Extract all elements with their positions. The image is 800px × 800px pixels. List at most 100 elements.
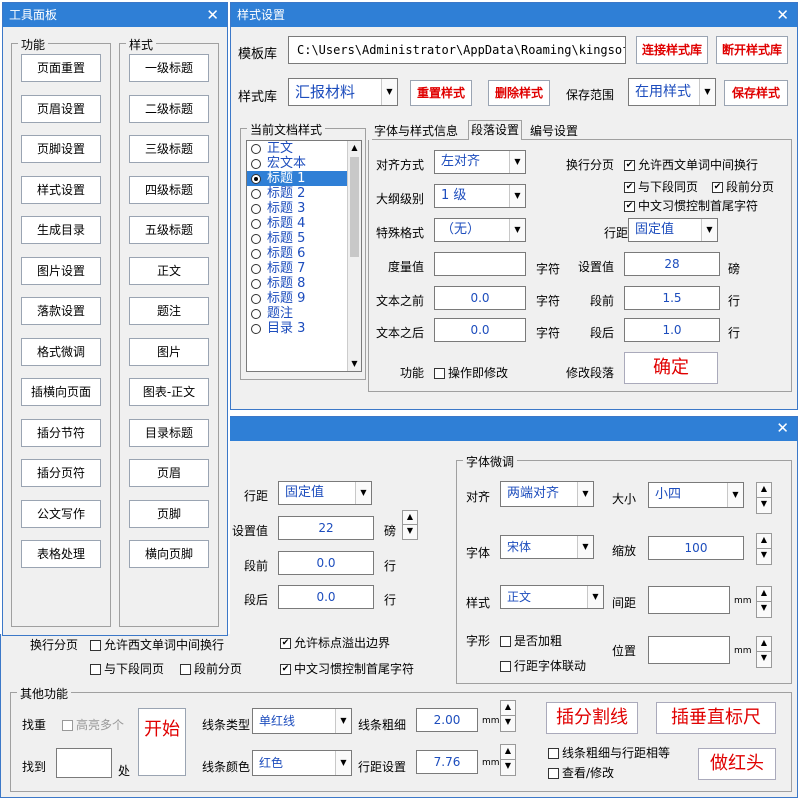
spacing-select[interactable]: 固定值 ▼: [278, 481, 372, 505]
link-checkbox[interactable]: 行距字体联动: [500, 657, 586, 674]
after-text-input[interactable]: 0.0: [434, 318, 526, 342]
spacing-select[interactable]: 固定值 ▼: [628, 218, 718, 242]
equal-checkbox[interactable]: 线条粗细与行距相等: [548, 744, 670, 761]
cjk-checkbox[interactable]: ✔ 中文习惯控制首尾字符: [280, 660, 414, 677]
style-button[interactable]: 一级标题: [129, 54, 209, 82]
tab-font-style[interactable]: 字体与样式信息: [374, 122, 458, 139]
keep-next-checkbox[interactable]: 与下段同页: [90, 660, 164, 677]
func-button[interactable]: 页眉设置: [21, 94, 101, 123]
style-list[interactable]: 正文 宏文本 标题 1 标题 2 标题 3 标题 4 标题 5 标题 6 标题 7 标题 8 标题 …: [246, 140, 362, 372]
gap-spinner[interactable]: ▲ ▼: [756, 586, 772, 618]
gap-input[interactable]: [648, 586, 730, 614]
style-list-item[interactable]: 标题 5: [247, 231, 347, 246]
confirm-button[interactable]: 确定: [624, 352, 718, 384]
reset-style-button[interactable]: 重置样式: [410, 80, 472, 106]
measure-input[interactable]: [434, 252, 526, 276]
style-button[interactable]: 五级标题: [129, 216, 209, 244]
style-button[interactable]: 正文: [129, 256, 209, 285]
line-thick-input[interactable]: 2.00: [416, 708, 478, 732]
scope-select[interactable]: 在用样式 ▼: [628, 78, 716, 106]
delete-style-button[interactable]: 删除样式: [488, 80, 550, 106]
close-icon[interactable]: ✕: [206, 3, 219, 27]
line-space-spinner[interactable]: ▲ ▼: [500, 744, 516, 776]
setval-input[interactable]: 28: [624, 252, 720, 276]
func-button[interactable]: 图片设置: [21, 256, 101, 285]
line-type-select[interactable]: 单红线 ▼: [252, 708, 352, 734]
bold-checkbox[interactable]: 是否加粗: [500, 632, 562, 649]
scroll-up-icon[interactable]: ▲: [348, 141, 361, 155]
break-before-checkbox[interactable]: ✔ 段前分页: [712, 178, 774, 195]
scale-input[interactable]: 100: [648, 536, 744, 560]
overflow-checkbox[interactable]: ✔ 允许标点溢出边界: [280, 634, 390, 651]
template-path-input[interactable]: C:\Users\Administrator\AppData\Roaming\k…: [288, 36, 626, 64]
style-list-item[interactable]: 标题 2: [247, 186, 347, 201]
pos-input[interactable]: [648, 636, 730, 664]
style-select[interactable]: 正文 ▼: [500, 585, 604, 609]
setval-input[interactable]: 22: [278, 516, 374, 540]
setval-spinner[interactable]: ▲ ▼: [402, 510, 418, 540]
style-button[interactable]: 四级标题: [129, 175, 209, 204]
func-button[interactable]: 表格处理: [21, 540, 101, 568]
func-button[interactable]: 落款设置: [21, 297, 101, 325]
save-style-button[interactable]: 保存样式: [724, 80, 788, 106]
func-button[interactable]: 页面重置: [21, 54, 101, 82]
size-spinner[interactable]: ▲ ▼: [756, 482, 772, 514]
func-button[interactable]: 插分页符: [21, 459, 101, 487]
special-select[interactable]: （无） ▼: [434, 218, 526, 242]
style-button[interactable]: 目录标题: [129, 418, 209, 447]
allow-break-checkbox[interactable]: ✔ 允许西文单词中间换行: [624, 156, 758, 173]
align-select[interactable]: 两端对齐 ▼: [500, 481, 594, 507]
style-list-item[interactable]: 正文: [247, 141, 347, 156]
style-list-item[interactable]: 标题 8: [247, 276, 347, 291]
close-icon[interactable]: ✕: [776, 417, 789, 439]
scroll-down-icon[interactable]: ▼: [348, 357, 361, 371]
style-list-item[interactable]: 题注: [247, 306, 347, 321]
outline-select[interactable]: 1 级 ▼: [434, 184, 526, 208]
line-space-input[interactable]: 7.76: [416, 750, 478, 774]
style-list-item[interactable]: 标题 6: [247, 246, 347, 261]
scroll-thumb[interactable]: [350, 157, 359, 257]
scrollbar[interactable]: ▲ ▼: [347, 141, 361, 371]
find-count-input[interactable]: [56, 748, 112, 778]
close-icon[interactable]: ✕: [776, 3, 789, 27]
style-list-item[interactable]: 标题 4: [247, 216, 347, 231]
before-text-input[interactable]: 0.0: [434, 286, 526, 310]
style-list-item[interactable]: 标题 1: [247, 171, 347, 186]
style-button[interactable]: 横向页脚: [129, 540, 209, 568]
style-button[interactable]: 图片: [129, 337, 209, 366]
cjk-checkbox[interactable]: ✔ 中文习惯控制首尾字符: [624, 197, 758, 214]
func-button[interactable]: 页脚设置: [21, 135, 101, 163]
align-select[interactable]: 左对齐 ▼: [434, 150, 526, 174]
func-button[interactable]: 生成目录: [21, 216, 101, 244]
func-button[interactable]: 样式设置: [21, 175, 101, 204]
break-before-checkbox[interactable]: 段前分页: [180, 660, 242, 677]
style-button[interactable]: 页脚: [129, 499, 209, 528]
style-list-item[interactable]: 标题 3: [247, 201, 347, 216]
disconnect-library-button[interactable]: 断开样式库: [716, 36, 788, 64]
highlight-checkbox[interactable]: 高亮多个: [62, 716, 124, 733]
tab-paragraph[interactable]: 段落设置: [468, 120, 523, 140]
before-input[interactable]: 0.0: [278, 551, 374, 575]
func-button[interactable]: 公文写作: [21, 499, 101, 528]
instant-checkbox[interactable]: 操作即修改: [434, 364, 508, 381]
line-thick-spinner[interactable]: ▲ ▼: [500, 700, 516, 732]
style-list-item[interactable]: 标题 7: [247, 261, 347, 276]
pos-spinner[interactable]: ▲ ▼: [756, 636, 772, 668]
style-button[interactable]: 题注: [129, 297, 209, 325]
after-input[interactable]: 0.0: [278, 585, 374, 609]
style-button[interactable]: 三级标题: [129, 135, 209, 163]
tab-numbering[interactable]: 编号设置: [530, 122, 578, 139]
style-list-item[interactable]: 标题 9: [247, 291, 347, 306]
red-header-button[interactable]: 做红头: [698, 748, 776, 780]
allow-break-checkbox[interactable]: 允许西文单词中间换行: [90, 636, 224, 653]
size-select[interactable]: 小四 ▼: [648, 482, 744, 508]
view-checkbox[interactable]: 查看/修改: [548, 764, 614, 781]
func-button[interactable]: 插横向页面: [21, 378, 101, 406]
func-button[interactable]: 插分节符: [21, 418, 101, 447]
style-list-item[interactable]: 目录 3: [247, 321, 347, 336]
insert-ruler-button[interactable]: 插垂直标尺: [656, 702, 776, 734]
before-input[interactable]: 1.5: [624, 286, 720, 310]
keep-next-checkbox[interactable]: ✔ 与下段同页: [624, 178, 698, 195]
style-list-item[interactable]: 宏文本: [247, 156, 347, 171]
insert-split-line-button[interactable]: 插分割线: [546, 702, 638, 734]
